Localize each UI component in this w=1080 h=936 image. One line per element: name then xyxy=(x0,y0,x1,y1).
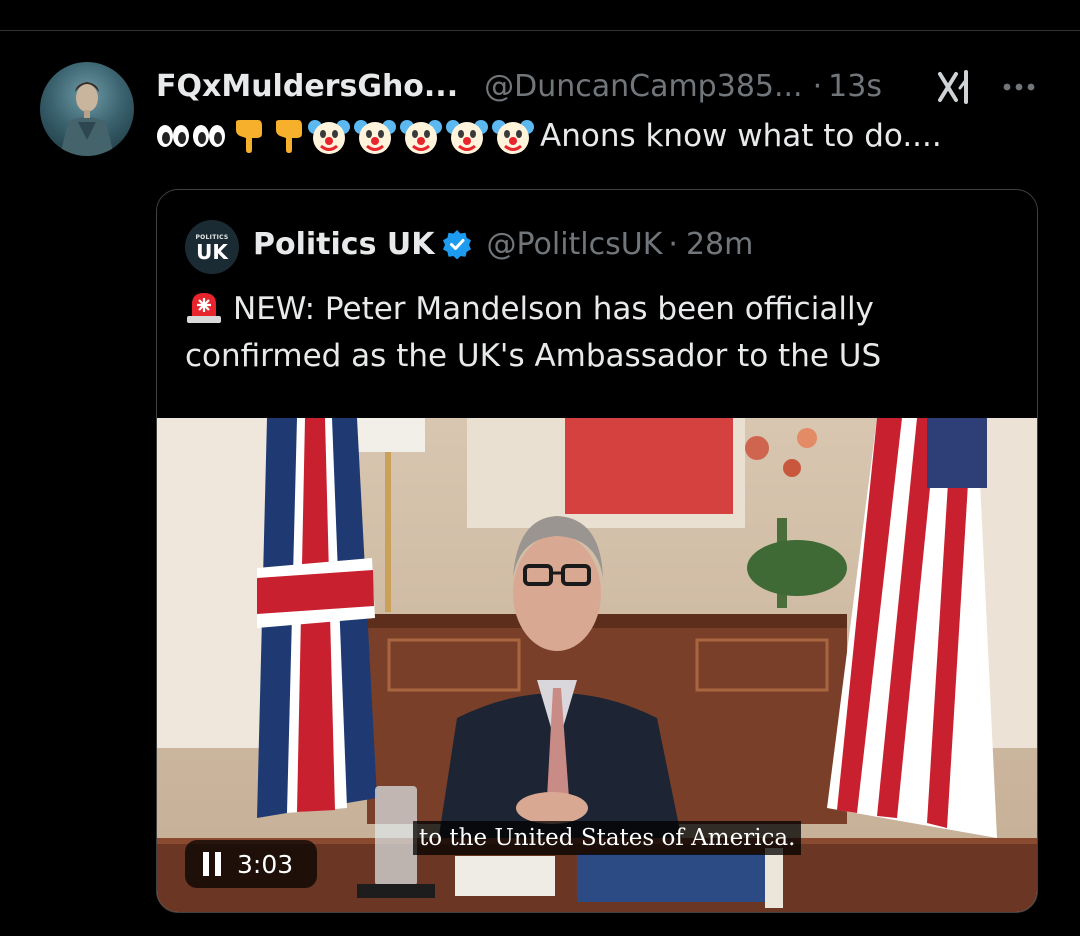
clown-face-icon xyxy=(446,120,488,154)
quoted-tweet-header: Politics UK @PolitlcsUK · 28m xyxy=(253,224,753,264)
author-handle[interactable]: @DuncanCamp385... xyxy=(484,69,803,104)
author-display-name[interactable]: FQxMuldersGho... xyxy=(156,69,458,104)
clown-face-icon xyxy=(492,120,534,154)
video-duration: 3:03 xyxy=(237,849,294,879)
top-divider xyxy=(0,30,1080,31)
quoted-tweet-timestamp[interactable]: 28m xyxy=(686,227,753,262)
eyes-icon xyxy=(157,125,189,147)
tweet-body-text: Anons know what to do.... xyxy=(540,118,942,154)
quoted-author-avatar[interactable]: POLITICS UK xyxy=(185,220,239,274)
verified-badge-icon xyxy=(443,230,472,259)
more-options-icon[interactable] xyxy=(1000,72,1038,102)
pause-icon[interactable] xyxy=(201,852,223,876)
clown-face-icon xyxy=(400,120,442,154)
tweet-text: Anons know what to do.... xyxy=(156,114,942,158)
quoted-author-handle[interactable]: @PolitlcsUK xyxy=(486,227,662,262)
quoted-tweet-body: NEW: Peter Mandelson has been officially… xyxy=(185,291,882,374)
siren-icon xyxy=(187,293,221,323)
quoted-avatar-text: UK xyxy=(196,240,228,264)
avatar-figure xyxy=(60,82,114,156)
quoted-author-display-name[interactable]: Politics UK xyxy=(253,227,434,262)
video-controls[interactable]: 3:03 xyxy=(185,840,317,888)
tweet-timestamp[interactable]: 13s xyxy=(828,69,882,104)
pointing-down-icon xyxy=(236,120,262,153)
tweet-header: FQxMuldersGho... @DuncanCamp385... · 13s xyxy=(156,66,882,106)
quoted-tweet-text: NEW: Peter Mandelson has been officially… xyxy=(185,286,1015,380)
pointing-down-icon xyxy=(276,120,302,153)
quoted-tweet-card[interactable]: POLITICS UK Politics UK @PolitlcsUK · 28… xyxy=(156,189,1038,913)
grok-icon[interactable] xyxy=(936,70,974,104)
header-separator: · xyxy=(812,68,823,104)
eyes-icon xyxy=(193,125,225,147)
clown-face-icon xyxy=(308,120,350,154)
video-player[interactable]: to the United States of America. 3:03 xyxy=(157,418,1037,912)
quoted-header-separator: · xyxy=(668,226,678,262)
video-caption: to the United States of America. xyxy=(413,821,802,855)
author-avatar[interactable] xyxy=(40,62,134,156)
clown-face-icon xyxy=(354,120,396,154)
